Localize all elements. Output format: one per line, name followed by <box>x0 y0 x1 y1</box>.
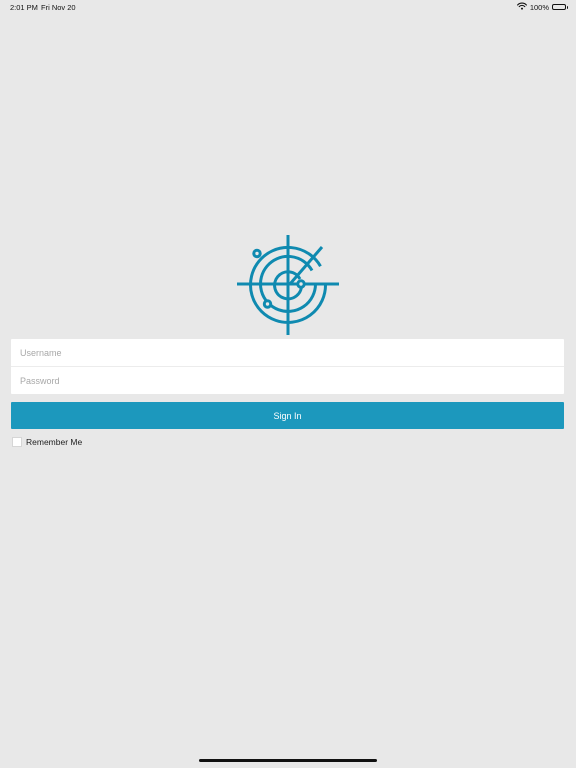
remember-me-label[interactable]: Remember Me <box>26 437 82 447</box>
password-field[interactable] <box>11 367 564 394</box>
login-form <box>11 339 564 394</box>
battery-icon <box>552 4 568 10</box>
wifi-icon <box>516 2 527 12</box>
home-indicator[interactable] <box>199 759 377 762</box>
remember-me-row[interactable]: Remember Me <box>12 436 82 447</box>
status-date: Fri Nov 20 <box>41 3 76 12</box>
battery-percentage: 100% <box>529 2 549 12</box>
radar-logo-icon <box>236 233 340 337</box>
status-time: 2:01 PM <box>10 3 38 12</box>
username-field[interactable] <box>11 339 564 366</box>
status-indicators: 100% <box>516 2 568 12</box>
status-bar: 2:01 PM Fri Nov 20 100% <box>0 0 576 14</box>
sign-in-button[interactable]: Sign In <box>11 402 564 429</box>
remember-me-checkbox[interactable] <box>12 436 22 447</box>
